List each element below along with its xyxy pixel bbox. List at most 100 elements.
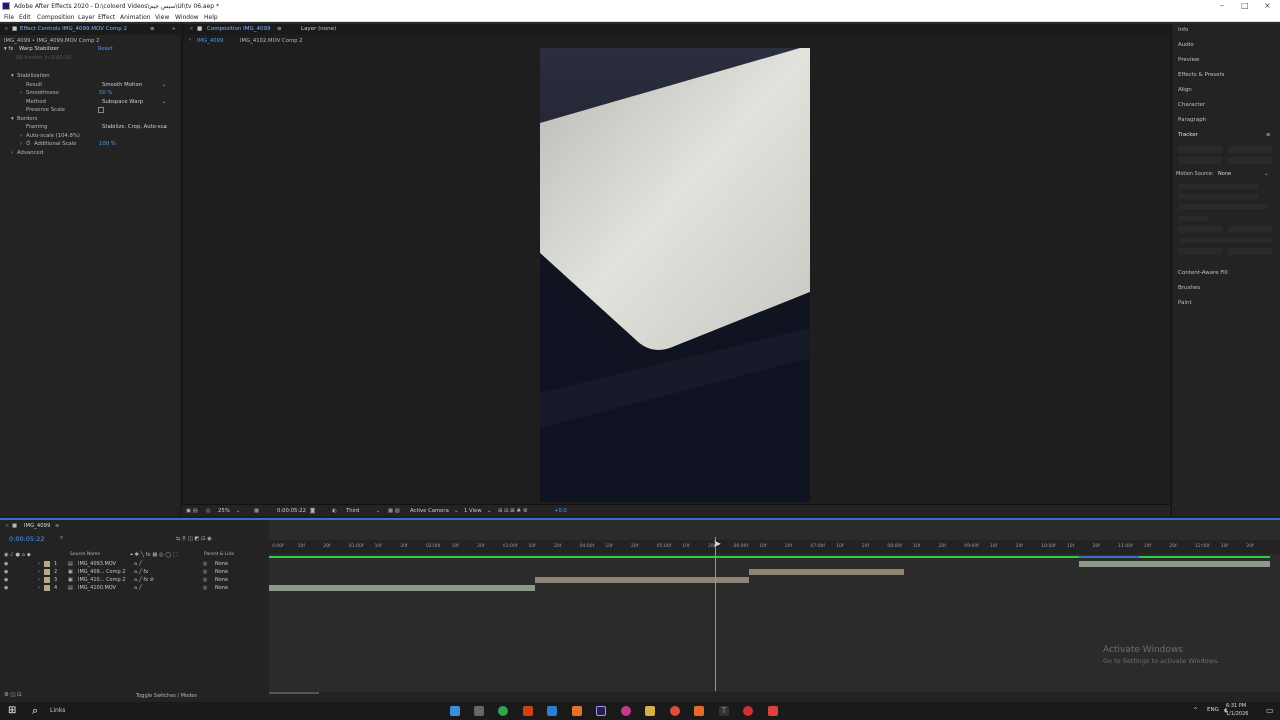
warp-stabilizer-button[interactable] [1228, 146, 1272, 153]
panel-paragraph[interactable]: Paragraph [1178, 117, 1206, 123]
track-camera-button[interactable] [1178, 146, 1222, 153]
av-switches-icon[interactable]: ◉ ♪ ● ⌂ ◆ [4, 552, 31, 558]
playhead[interactable] [715, 537, 716, 691]
app-icon-3[interactable] [498, 706, 508, 716]
panel-preview[interactable]: Preview [1178, 57, 1199, 63]
panel-menu-icon[interactable]: ≡ [150, 26, 155, 32]
close-tab-icon[interactable]: × [5, 523, 9, 529]
layer-bar-4[interactable] [269, 585, 535, 591]
label-color[interactable] [44, 585, 50, 591]
layer-name[interactable]: IMG_409... Comp 2 [78, 569, 125, 575]
parent-dropdown[interactable]: None [215, 585, 228, 591]
visibility-eye-icon[interactable]: ◉ [4, 569, 8, 575]
parent-pickwhip-icon[interactable]: ◎ [203, 569, 207, 575]
toggle-switches-modes[interactable]: Toggle Switches / Modes [136, 693, 197, 699]
disclosure-borders-icon[interactable]: ▾ [11, 116, 14, 122]
table-row[interactable]: ◉ › 4 ▤ IMG_4100.MOV ⌂ ╱ ◎ None [0, 585, 268, 593]
zoom-dropdown[interactable]: 25% [218, 508, 230, 514]
resolution-dropdown[interactable]: Third [346, 508, 360, 514]
file-explorer-icon[interactable] [645, 706, 655, 716]
panel-menu-icon[interactable]: ≡ [1266, 132, 1271, 138]
parent-pickwhip-icon[interactable]: ◎ [203, 577, 207, 583]
menu-layer[interactable]: Layer [78, 14, 95, 21]
shy-icon[interactable]: ⌂ ╱ [134, 561, 142, 567]
lock-icon[interactable]: ■ [197, 26, 202, 32]
method-dropdown[interactable]: Subspace Warp [102, 99, 143, 105]
panel-align[interactable]: Align [1178, 87, 1192, 93]
magnification-icon[interactable]: ◎ [206, 508, 211, 514]
visibility-eye-icon[interactable]: ◉ [4, 585, 8, 591]
table-row[interactable]: ◉ › 1 ▤ IMG_4093.MOV ⌂ ╱ ◎ None [0, 561, 268, 569]
label-color[interactable] [44, 561, 50, 567]
expand-panels-icon[interactable]: » [172, 26, 175, 32]
panel-info[interactable]: Info [1178, 27, 1188, 33]
label-color[interactable] [44, 569, 50, 575]
close-tab-icon[interactable]: × [4, 26, 9, 32]
viewer-timecode[interactable]: 0:00:05:22 [277, 508, 306, 514]
color-channel-icon[interactable]: ◐ [332, 508, 337, 514]
disclosure-autoscale-icon[interactable]: › [20, 133, 22, 139]
app-icon-8[interactable] [621, 706, 631, 716]
app-icon-4[interactable] [523, 706, 533, 716]
chevron-down-icon[interactable]: ⌄ [376, 508, 380, 514]
layer-bar-1[interactable] [749, 569, 904, 575]
composition-viewer[interactable] [540, 48, 810, 502]
timeline-track-area[interactable]: 0:00f 10f 20f 01:00f 10f 20f 02:00f 10f 20f 03:00… [269, 520, 1280, 694]
panel-effects-presets[interactable]: Effects & Presets [1178, 72, 1225, 78]
parent-dropdown[interactable]: None [215, 569, 228, 575]
menu-edit[interactable]: Edit [19, 14, 31, 21]
motion-source-dropdown[interactable]: None [1218, 171, 1231, 177]
shy-icon[interactable]: ⌂ ╱ fx [134, 569, 148, 575]
panel-content-aware-fill[interactable]: Content-Aware Fill [1178, 270, 1228, 276]
panel-audio[interactable]: Audio [1178, 42, 1194, 48]
effect-name[interactable]: Warp Stabilizer [19, 46, 59, 52]
subtab-img-4102[interactable]: IMG_4102.MOV Comp 2 [240, 38, 303, 44]
menu-composition[interactable]: Composition [37, 14, 74, 21]
vscode-icon[interactable] [547, 706, 557, 716]
zoom-slider[interactable] [269, 692, 319, 694]
chevron-down-icon[interactable]: ⌄ [162, 99, 166, 105]
edit-target-button[interactable] [1178, 226, 1222, 233]
options-button[interactable] [1228, 226, 1272, 233]
track-motion-button[interactable] [1178, 157, 1222, 164]
parent-dropdown[interactable]: None [215, 561, 228, 567]
expand-icon[interactable]: › [38, 585, 40, 591]
expand-icon[interactable]: › [38, 561, 40, 567]
disclosure-smoothness-icon[interactable]: › [20, 90, 22, 96]
disclosure-advanced-icon[interactable]: › [11, 150, 13, 156]
parent-pickwhip-icon[interactable]: ◎ [203, 585, 207, 591]
result-dropdown[interactable]: Smooth Motion [102, 82, 142, 88]
menu-view[interactable]: View [155, 14, 169, 21]
subtab-img-4099[interactable]: IMG_4099 [197, 38, 223, 44]
panel-paint[interactable]: Paint [1178, 300, 1192, 306]
menu-file[interactable]: File [4, 14, 14, 21]
app-icon-14[interactable] [768, 706, 778, 716]
visibility-eye-icon[interactable]: ◉ [4, 561, 8, 567]
app-icon-13[interactable] [743, 706, 753, 716]
table-row[interactable]: ◉ › 2 ▣ IMG_409... Comp 2 ⌂ ╱ fx ◎ None [0, 569, 268, 577]
label-color[interactable] [44, 577, 50, 583]
taskbar-search-label[interactable]: Links [50, 707, 65, 714]
app-icon-6[interactable] [572, 706, 582, 716]
reset-button[interactable] [1178, 248, 1222, 255]
tab-effect-controls[interactable]: Effect Controls IMG_4099.MOV Comp 2 [20, 26, 127, 32]
timeline-timecode[interactable]: 0:00:05:22 [9, 535, 45, 543]
language-indicator[interactable]: ENG [1207, 707, 1219, 713]
windows-start-icon[interactable]: ⊞ [8, 705, 16, 716]
close-tab-icon[interactable]: × [189, 26, 194, 32]
stopwatch-icon[interactable]: ⏱ [26, 141, 30, 148]
layer-name[interactable]: IMG_4093.MOV [78, 561, 116, 567]
clock-date[interactable]: 1/1/2026 [1226, 711, 1248, 717]
chevron-down-icon[interactable]: ⌄ [162, 124, 166, 130]
chevron-down-icon[interactable]: ⌄ [1264, 171, 1269, 177]
layer-bar-2[interactable] [535, 577, 749, 583]
disclosure-additional-scale-icon[interactable]: › [20, 141, 22, 147]
framing-dropdown[interactable]: Stabilize, Crop, Auto-sca [102, 124, 167, 130]
panel-menu-icon[interactable]: ≡ [55, 523, 59, 529]
snapshot-icon[interactable]: ◙ [310, 508, 315, 514]
smoothness-value[interactable]: 50 % [99, 90, 112, 96]
stabilize-motion-button[interactable] [1228, 157, 1272, 164]
exposure-value[interactable]: +0.0 [554, 508, 567, 514]
panel-tracker[interactable]: Tracker [1178, 132, 1198, 138]
chevron-down-icon[interactable]: ⌄ [162, 82, 166, 88]
